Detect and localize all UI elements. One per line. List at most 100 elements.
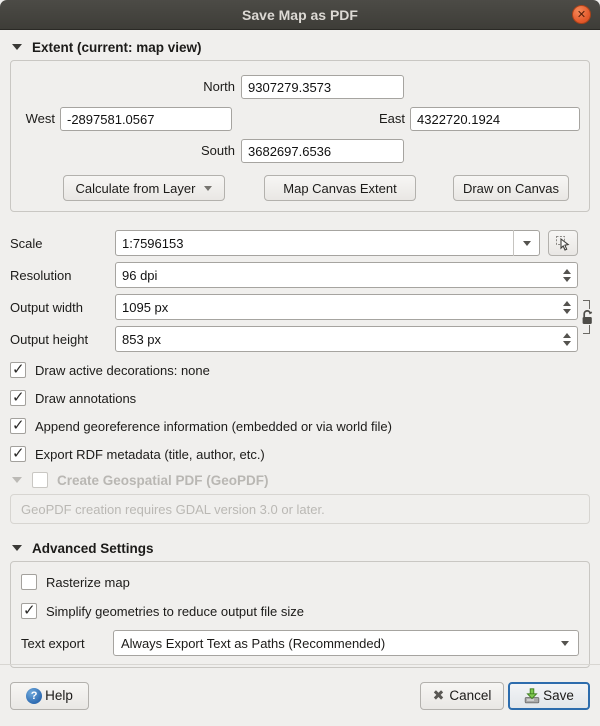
east-input[interactable]: [410, 107, 580, 131]
dialog-footer: ? Help ✖ Cancel Save: [0, 664, 600, 726]
collapse-triangle-icon: [12, 477, 22, 483]
output-width-spinner[interactable]: [563, 294, 571, 320]
dropdown-arrow-icon: [204, 186, 212, 191]
resolution-spinner[interactable]: [563, 262, 571, 288]
spin-down-icon[interactable]: [563, 309, 571, 314]
draw-decorations-row: Draw active decorations: none: [10, 360, 590, 380]
close-button[interactable]: ✕: [572, 5, 591, 24]
dropdown-arrow-zone: [551, 631, 578, 655]
window-title: Save Map as PDF: [242, 7, 358, 23]
advanced-settings-header[interactable]: Advanced Settings: [12, 538, 588, 558]
scale-combobox: [115, 230, 540, 256]
advanced-settings-box: Rasterize map Simplify geometries to red…: [10, 561, 590, 668]
west-label: West: [13, 107, 55, 131]
text-export-row: Text export Always Export Text as Paths …: [21, 630, 579, 656]
size-link-toggle[interactable]: [581, 300, 594, 346]
unlocked-padlock-icon: [581, 309, 594, 325]
resolution-label: Resolution: [10, 268, 115, 283]
rasterize-checkbox[interactable]: [21, 574, 37, 590]
resolution-input[interactable]: [115, 262, 578, 288]
draw-annotations-checkbox[interactable]: [10, 390, 26, 406]
draw-on-canvas-button[interactable]: Draw on Canvas: [453, 175, 569, 201]
simplify-row: Simplify geometries to reduce output fil…: [21, 601, 579, 621]
append-georeference-checkbox[interactable]: [10, 418, 26, 434]
text-export-label: Text export: [21, 636, 113, 651]
draw-on-canvas-label: Draw on Canvas: [463, 181, 559, 196]
export-rdf-label: Export RDF metadata (title, author, etc.…: [35, 447, 265, 462]
window-titlebar[interactable]: Save Map as PDF ✕: [0, 0, 600, 30]
map-canvas-extent-label: Map Canvas Extent: [283, 181, 396, 196]
calculate-from-layer-label: Calculate from Layer: [76, 181, 196, 196]
output-height-label: Output height: [10, 332, 115, 347]
cursor-icon: [555, 235, 572, 252]
cancel-button[interactable]: ✖ Cancel: [420, 682, 504, 710]
geopdf-group-title: Create Geospatial PDF (GeoPDF): [57, 473, 269, 488]
help-icon: ?: [26, 688, 42, 704]
save-label: Save: [543, 688, 574, 703]
collapse-triangle-icon: [12, 545, 22, 551]
geopdf-group-header: Create Geospatial PDF (GeoPDF): [12, 470, 588, 490]
collapse-triangle-icon: [12, 44, 22, 50]
rasterize-row: Rasterize map: [21, 572, 579, 592]
draw-annotations-row: Draw annotations: [10, 388, 590, 408]
geopdf-checkbox: [32, 472, 48, 488]
draw-decorations-checkbox[interactable]: [10, 362, 26, 378]
output-width-label: Output width: [10, 300, 115, 315]
north-input[interactable]: [241, 75, 404, 99]
east-label: East: [363, 107, 405, 131]
text-export-dropdown[interactable]: Always Export Text as Paths (Recommended…: [113, 630, 579, 656]
append-georeference-label: Append georeference information (embedde…: [35, 419, 392, 434]
output-height-spinbox: [115, 326, 578, 352]
output-height-spinner[interactable]: [563, 326, 571, 352]
settings-rows: Scale Resolution: [10, 230, 578, 352]
output-height-input[interactable]: [115, 326, 578, 352]
geopdf-message: GeoPDF creation requires GDAL version 3.…: [21, 502, 325, 517]
cancel-x-icon: ✖: [433, 687, 445, 704]
west-input[interactable]: [60, 107, 232, 131]
spin-up-icon[interactable]: [563, 333, 571, 338]
close-icon: ✕: [577, 8, 586, 21]
advanced-settings-title: Advanced Settings: [32, 541, 154, 556]
export-rdf-checkbox[interactable]: [10, 446, 26, 462]
simplify-checkbox[interactable]: [21, 603, 37, 619]
calculate-from-layer-button[interactable]: Calculate from Layer: [63, 175, 225, 201]
link-bracket-bottom: [583, 325, 590, 334]
extent-box: North West East South Calculate from Lay…: [10, 60, 590, 212]
output-width-row: Output width: [10, 294, 578, 320]
save-icon: [524, 688, 540, 704]
append-georeference-row: Append georeference information (embedde…: [10, 416, 590, 436]
output-height-row: Output height: [10, 326, 578, 352]
rasterize-label: Rasterize map: [46, 575, 130, 590]
extent-group-title: Extent (current: map view): [32, 40, 202, 55]
scale-input[interactable]: [115, 230, 540, 256]
north-label: North: [141, 75, 235, 99]
help-label: Help: [45, 688, 73, 703]
south-input[interactable]: [241, 139, 404, 163]
output-width-input[interactable]: [115, 294, 578, 320]
geopdf-message-box: GeoPDF creation requires GDAL version 3.…: [10, 494, 590, 524]
resolution-row: Resolution: [10, 262, 578, 288]
extent-group-header[interactable]: Extent (current: map view): [12, 37, 588, 57]
map-canvas-extent-button[interactable]: Map Canvas Extent: [264, 175, 416, 201]
help-button[interactable]: ? Help: [10, 682, 89, 710]
cancel-label: Cancel: [449, 688, 491, 703]
chevron-down-icon: [523, 241, 531, 246]
spin-down-icon[interactable]: [563, 277, 571, 282]
simplify-label: Simplify geometries to reduce output fil…: [46, 604, 304, 619]
draw-decorations-label: Draw active decorations: none: [35, 363, 210, 378]
dialog-content: Extent (current: map view) North West Ea…: [0, 37, 600, 668]
scale-dropdown-button[interactable]: [513, 230, 540, 256]
set-scale-from-canvas-button[interactable]: [548, 230, 578, 256]
spin-down-icon[interactable]: [563, 341, 571, 346]
draw-annotations-label: Draw annotations: [35, 391, 136, 406]
chevron-down-icon: [561, 641, 569, 646]
link-bracket-top: [583, 300, 590, 309]
spin-up-icon[interactable]: [563, 301, 571, 306]
output-width-spinbox: [115, 294, 578, 320]
save-button[interactable]: Save: [508, 682, 590, 710]
scale-label: Scale: [10, 236, 115, 251]
save-map-as-pdf-dialog: Save Map as PDF ✕ Extent (current: map v…: [0, 0, 600, 726]
spin-up-icon[interactable]: [563, 269, 571, 274]
export-rdf-row: Export RDF metadata (title, author, etc.…: [10, 444, 590, 464]
south-label: South: [141, 139, 235, 163]
